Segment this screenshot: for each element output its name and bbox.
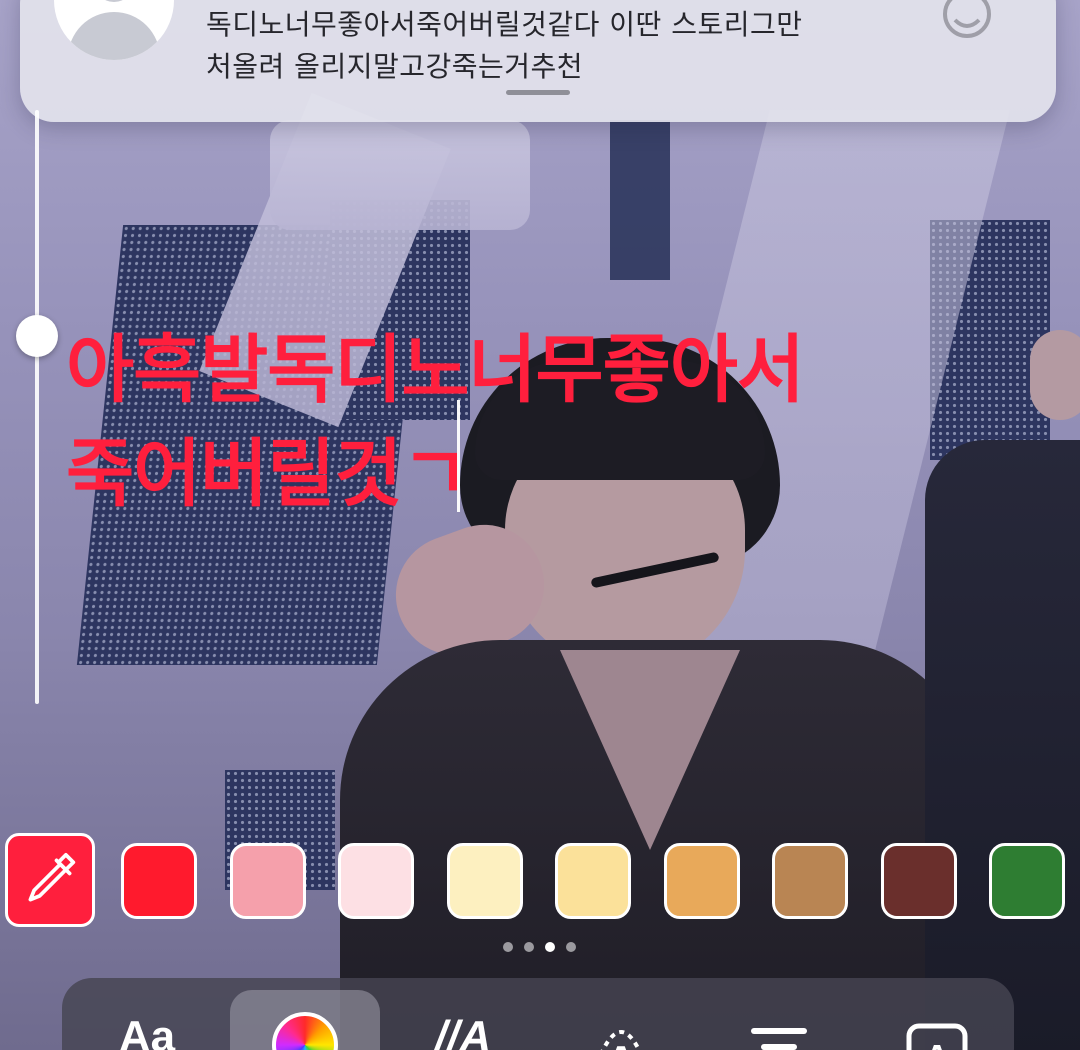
page-dot bbox=[566, 942, 576, 952]
animate-text-label: A bbox=[605, 1037, 637, 1050]
text-background-button[interactable]: A bbox=[862, 990, 1012, 1050]
message-notification[interactable]: 독디노너무좋아서죽어버릴것같다 이딴 스토리그만 처올려 올리지말고강죽는거추천 bbox=[20, 0, 1056, 122]
text-background-icon: A bbox=[906, 1023, 968, 1050]
avatar-head bbox=[94, 0, 134, 2]
color-swatch[interactable] bbox=[338, 843, 414, 919]
story-editor-screen: 독디노너무좋아서죽어버릴것같다 이딴 스토리그만 처올려 올리지말고강죽는거추천… bbox=[0, 0, 1080, 1050]
text-effect-button[interactable]: //A bbox=[388, 990, 538, 1050]
page-dot bbox=[545, 942, 555, 952]
color-swatch[interactable] bbox=[446, 843, 523, 919]
color-wheel-icon bbox=[272, 1012, 338, 1050]
notification-grabber[interactable] bbox=[506, 90, 570, 95]
eyedropper-icon bbox=[28, 852, 76, 902]
color-swatch[interactable] bbox=[772, 843, 848, 919]
text-style-toolbar: Aa //A A A bbox=[62, 978, 1014, 1050]
animate-text-button[interactable]: A bbox=[546, 990, 696, 1050]
text-size-slider-track[interactable] bbox=[35, 110, 39, 704]
second-performer-hand bbox=[1030, 330, 1080, 420]
color-swatch[interactable] bbox=[663, 843, 740, 919]
stage-slab-top bbox=[270, 120, 530, 230]
color-button[interactable] bbox=[230, 990, 380, 1050]
default-avatar-icon bbox=[54, 0, 174, 60]
text-size-slider-thumb[interactable] bbox=[16, 314, 58, 357]
color-swatch[interactable] bbox=[555, 843, 631, 919]
story-text-line-1: 아흑발독디노너무좋아서 bbox=[66, 327, 805, 413]
avatar-body bbox=[68, 12, 160, 60]
page-dot bbox=[503, 942, 513, 952]
color-palette bbox=[0, 830, 1080, 930]
notification-line-2: 처올려 올리지말고강죽는거추천 bbox=[206, 50, 584, 83]
page-dot bbox=[524, 942, 534, 952]
smiley-icon[interactable] bbox=[938, 0, 996, 48]
palette-page-indicator bbox=[500, 940, 580, 954]
stage-dark-strip bbox=[610, 120, 670, 280]
eyedropper-button[interactable] bbox=[5, 833, 95, 927]
animate-text-icon: A bbox=[600, 1030, 642, 1050]
align-center-icon bbox=[751, 1028, 807, 1050]
notification-line-1: 독디노너무좋아서죽어버릴것같다 이딴 스토리그만 bbox=[206, 8, 803, 41]
color-swatch[interactable] bbox=[989, 843, 1065, 919]
color-swatch[interactable] bbox=[229, 843, 306, 919]
text-effect-label: //A bbox=[434, 1012, 492, 1050]
color-swatch[interactable] bbox=[880, 843, 957, 919]
font-button[interactable]: Aa bbox=[72, 990, 222, 1050]
text-cursor bbox=[457, 400, 460, 512]
story-text-line-2: 죽어버릴것ㄱ bbox=[66, 431, 469, 517]
text-background-label: A bbox=[924, 1037, 950, 1050]
second-performer bbox=[925, 440, 1080, 1050]
font-label: Aa bbox=[118, 1012, 176, 1050]
story-text-input[interactable]: 아흑발독디노너무좋아서 죽어버릴것ㄱ bbox=[66, 318, 805, 526]
align-button[interactable] bbox=[704, 990, 854, 1050]
color-swatch[interactable] bbox=[121, 843, 197, 919]
notification-message: 독디노너무좋아서죽어버릴것같다 이딴 스토리그만 처올려 올리지말고강죽는거추천 bbox=[206, 4, 926, 88]
